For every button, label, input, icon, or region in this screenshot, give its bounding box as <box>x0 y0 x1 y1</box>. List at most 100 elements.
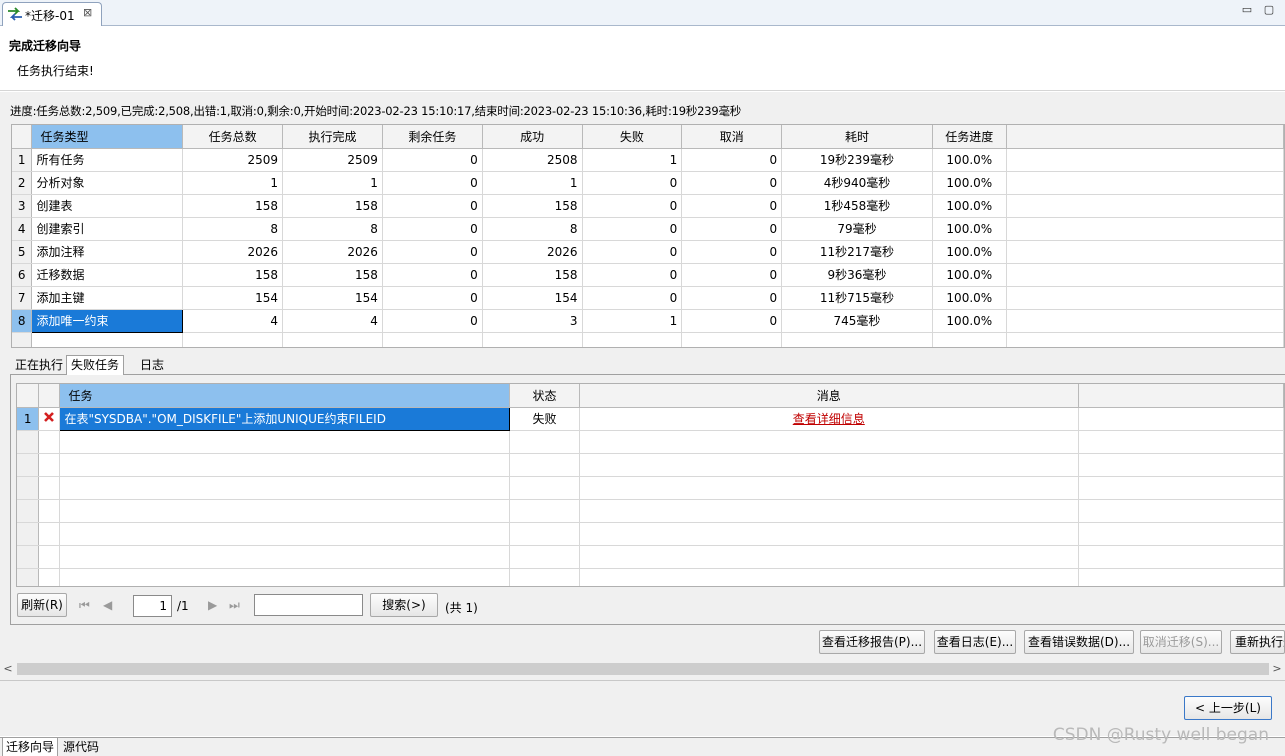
column-header[interactable]: 执行完成 <box>282 125 383 149</box>
cell-time[interactable]: 1秒458毫秒 <box>781 194 933 218</box>
column-header[interactable]: 任务类型 <box>31 125 184 149</box>
prev-page-icon[interactable]: ◀ <box>103 598 112 612</box>
cell-remain[interactable]: 0 <box>382 309 483 333</box>
cell-pct[interactable]: 100.0% <box>932 286 1007 310</box>
cell-time[interactable]: 4秒940毫秒 <box>781 171 933 195</box>
cell-fail[interactable]: 1 <box>582 309 683 333</box>
view-report-button[interactable]: 查看迁移报告(P)... <box>819 630 925 654</box>
table-row[interactable]: 1 在表"SYSDBA"."OM_DISKFILE"上添加UNIQUE约束FIL… <box>17 406 1284 431</box>
last-page-icon[interactable]: ⏭ <box>229 598 240 613</box>
column-header[interactable]: 取消 <box>681 125 783 149</box>
cell-done[interactable]: 4 <box>282 309 383 333</box>
cell-total[interactable]: 158 <box>182 194 284 218</box>
cell-cancel[interactable]: 0 <box>681 309 783 333</box>
cell-type[interactable]: 添加主键 <box>31 286 184 310</box>
cell-pct[interactable]: 100.0% <box>932 240 1007 264</box>
view-error-data-button[interactable]: 查看错误数据(D)... <box>1024 630 1134 654</box>
cell-ok[interactable]: 8 <box>482 217 583 241</box>
failed-task-name[interactable]: 在表"SYSDBA"."OM_DISKFILE"上添加UNIQUE约束FILEI… <box>59 406 511 431</box>
cell-total[interactable]: 1 <box>182 171 284 195</box>
cell-remain[interactable]: 0 <box>382 171 483 195</box>
cell-done[interactable]: 8 <box>282 217 383 241</box>
cell-type[interactable]: 添加注释 <box>31 240 184 264</box>
search-input[interactable] <box>254 594 363 616</box>
table-row[interactable]: 5 添加注释 2026 2026 0 2026 0 0 11秒217毫秒 100.0% <box>12 240 1284 264</box>
view-details-link[interactable]: 查看详细信息 <box>793 412 865 426</box>
cell-pct[interactable]: 100.0% <box>932 171 1007 195</box>
cell-total[interactable]: 2026 <box>182 240 284 264</box>
horizontal-scrollbar[interactable]: < > <box>0 661 1285 677</box>
tab-failed-tasks[interactable]: 失败任务 <box>66 355 125 376</box>
table-row[interactable]: 6 迁移数据 158 158 0 158 0 0 9秒36毫秒 100.0% <box>12 263 1284 287</box>
cell-ok[interactable]: 1 <box>482 171 583 195</box>
editor-tab-migration[interactable]: *迁移-01 ⊠ <box>2 2 102 26</box>
first-page-icon[interactable]: ⏮ <box>79 598 90 613</box>
cell-done[interactable]: 1 <box>282 171 383 195</box>
column-header[interactable]: 任务进度 <box>932 125 1007 149</box>
cell-fail[interactable]: 1 <box>582 148 683 172</box>
cell-pct[interactable]: 100.0% <box>932 194 1007 218</box>
table-row[interactable]: 1 所有任务 2509 2509 0 2508 1 0 19秒239毫秒 100.0% <box>12 148 1284 172</box>
failed-tasks-table[interactable]: 任务 状态 消息 1 在表"SYSDBA"."OM_DISKFILE"上添加UN… <box>16 383 1285 587</box>
column-header[interactable]: 失败 <box>582 125 683 149</box>
cell-remain[interactable]: 0 <box>382 286 483 310</box>
cell-done[interactable]: 154 <box>282 286 383 310</box>
cell-fail[interactable]: 0 <box>582 194 683 218</box>
cell-pct[interactable]: 100.0% <box>932 217 1007 241</box>
scroll-left-icon[interactable]: < <box>0 661 16 677</box>
cell-done[interactable]: 158 <box>282 263 383 287</box>
cancel-migration-button[interactable]: 取消迁移(S)... <box>1140 630 1222 654</box>
task-summary-table[interactable]: 任务类型 任务总数 执行完成 剩余任务 成功 失败 取消 耗时 任务进度 1 所有… <box>11 124 1285 348</box>
cell-type[interactable]: 添加唯一约束 <box>31 308 184 333</box>
cell-time[interactable]: 79毫秒 <box>781 217 933 241</box>
cell-ok[interactable]: 2026 <box>482 240 583 264</box>
table-row[interactable]: 4 创建索引 8 8 0 8 0 0 79毫秒 100.0% <box>12 217 1284 241</box>
back-button[interactable]: < 上一步(L) <box>1184 696 1272 720</box>
cell-ok[interactable]: 2508 <box>482 148 583 172</box>
cell-type[interactable]: 创建表 <box>31 194 184 218</box>
cell-remain[interactable]: 0 <box>382 240 483 264</box>
cell-time[interactable]: 11秒715毫秒 <box>781 286 933 310</box>
cell-fail[interactable]: 0 <box>582 217 683 241</box>
cell-total[interactable]: 8 <box>182 217 284 241</box>
column-header[interactable]: 消息 <box>579 384 1079 408</box>
tab-migration-wizard[interactable]: 迁移向导 <box>2 738 59 756</box>
cell-ok[interactable]: 158 <box>482 263 583 287</box>
tab-running[interactable]: 正在执行 <box>10 355 68 376</box>
cell-ok[interactable]: 158 <box>482 194 583 218</box>
cell-fail[interactable]: 0 <box>582 263 683 287</box>
cell-remain[interactable]: 0 <box>382 148 483 172</box>
cell-remain[interactable]: 0 <box>382 263 483 287</box>
column-header[interactable]: 耗时 <box>781 125 933 149</box>
cell-remain[interactable]: 0 <box>382 217 483 241</box>
cell-pct[interactable]: 100.0% <box>932 263 1007 287</box>
maximize-icon[interactable]: ▢ <box>1263 4 1275 16</box>
cell-type[interactable]: 所有任务 <box>31 148 184 172</box>
tab-log[interactable]: 日志 <box>135 355 169 376</box>
cell-time[interactable]: 745毫秒 <box>781 309 933 333</box>
page-number-input[interactable]: 1 <box>133 595 172 617</box>
table-row[interactable]: 3 创建表 158 158 0 158 0 0 1秒458毫秒 100.0% <box>12 194 1284 218</box>
cell-pct[interactable]: 100.0% <box>932 148 1007 172</box>
close-icon[interactable]: ⊠ <box>83 6 92 19</box>
cell-fail[interactable]: 0 <box>582 171 683 195</box>
cell-total[interactable]: 158 <box>182 263 284 287</box>
cell-cancel[interactable]: 0 <box>681 148 783 172</box>
cell-fail[interactable]: 0 <box>582 240 683 264</box>
table-row[interactable]: 7 添加主键 154 154 0 154 0 0 11秒715毫秒 100.0% <box>12 286 1284 310</box>
column-header[interactable]: 成功 <box>482 125 583 149</box>
next-page-icon[interactable]: ▶ <box>208 598 217 612</box>
cell-fail[interactable]: 0 <box>582 286 683 310</box>
cell-time[interactable]: 9秒36毫秒 <box>781 263 933 287</box>
cell-cancel[interactable]: 0 <box>681 240 783 264</box>
scroll-right-icon[interactable]: > <box>1269 661 1285 677</box>
table-row[interactable]: 8 添加唯一约束 4 4 0 3 1 0 745毫秒 100.0% <box>12 308 1284 333</box>
scrollbar-thumb[interactable] <box>17 663 1269 675</box>
cell-cancel[interactable]: 0 <box>681 171 783 195</box>
cell-total[interactable]: 2509 <box>182 148 284 172</box>
cell-total[interactable]: 154 <box>182 286 284 310</box>
cell-time[interactable]: 19秒239毫秒 <box>781 148 933 172</box>
column-header[interactable]: 任务总数 <box>182 125 284 149</box>
cell-ok[interactable]: 154 <box>482 286 583 310</box>
cell-cancel[interactable]: 0 <box>681 263 783 287</box>
